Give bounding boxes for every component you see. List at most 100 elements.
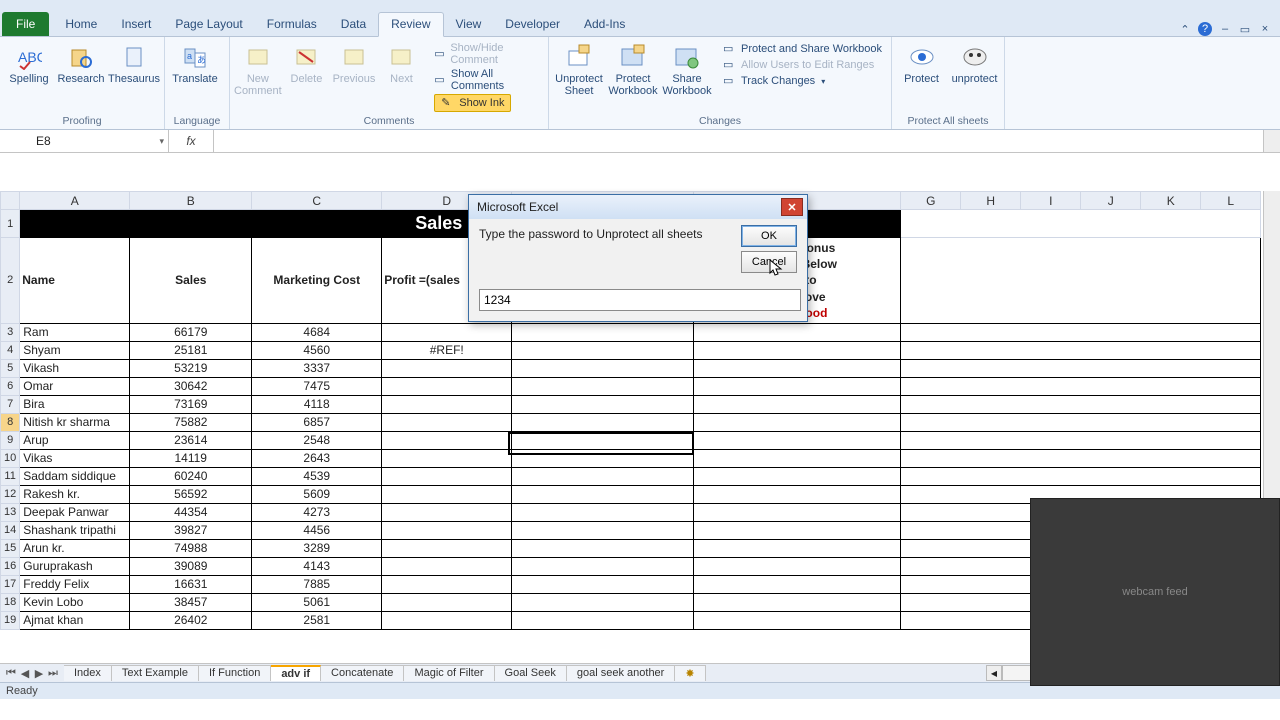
cell-e[interactable] [512, 359, 694, 377]
cell-name[interactable]: Vikas [20, 449, 130, 467]
cell-sales[interactable]: 39827 [130, 521, 252, 539]
cell-name[interactable]: Vikash [20, 359, 130, 377]
cell-mcost[interactable]: 4143 [252, 557, 382, 575]
cell-mcost[interactable]: 3289 [252, 539, 382, 557]
tab-review[interactable]: Review [378, 12, 443, 37]
rowhdr-4[interactable]: 4 [1, 341, 20, 359]
name-box[interactable]: E8 [0, 130, 169, 152]
minimize-ribbon-icon[interactable]: ⌃ [1178, 22, 1192, 36]
rowhdr-8[interactable]: 8 [1, 413, 20, 431]
cell-d[interactable] [382, 521, 512, 539]
cell-e[interactable] [512, 413, 694, 431]
cell-name[interactable]: Bira [20, 395, 130, 413]
cell-sales[interactable]: 75882 [130, 413, 252, 431]
cell-e[interactable] [512, 539, 694, 557]
sheet-nav-buttons[interactable]: ⏮ ◀ ▶ ⏭ [0, 667, 64, 680]
rowhdr-2[interactable]: 2 [1, 238, 20, 324]
cell-d[interactable] [382, 485, 512, 503]
cell-d[interactable] [382, 503, 512, 521]
cell-f[interactable] [694, 413, 901, 431]
cell-e[interactable] [512, 485, 694, 503]
cell-name[interactable]: Guruprakash [20, 557, 130, 575]
share-workbook-button[interactable]: Share Workbook [661, 41, 713, 97]
rowhdr-18[interactable]: 18 [1, 593, 20, 611]
sheet-tab[interactable]: Goal Seek [495, 665, 567, 681]
cell-name[interactable]: Saddam siddique [20, 467, 130, 485]
cell-name[interactable]: Arup [20, 431, 130, 449]
sheet-tab[interactable]: adv if [271, 665, 321, 681]
cell-f[interactable] [694, 539, 901, 557]
cell-e[interactable] [512, 431, 694, 449]
translate-button[interactable]: aあ Translate [169, 41, 221, 85]
cell-f[interactable] [694, 359, 901, 377]
cell-f[interactable] [694, 611, 901, 629]
rowhdr-11[interactable]: 11 [1, 467, 20, 485]
cell-name[interactable]: Deepak Panwar [20, 503, 130, 521]
cell-mcost[interactable]: 2643 [252, 449, 382, 467]
table-row[interactable]: 11Saddam siddique602404539 [1, 467, 1261, 485]
col-A[interactable]: A [20, 192, 130, 210]
cell-d[interactable] [382, 359, 512, 377]
cell-name[interactable]: Kevin Lobo [20, 593, 130, 611]
sheet-tab[interactable]: Index [64, 665, 112, 681]
cell-e[interactable] [512, 323, 694, 341]
cell-d[interactable] [382, 377, 512, 395]
cell-sales[interactable]: 23614 [130, 431, 252, 449]
col-G[interactable]: G [901, 192, 961, 210]
tab-view[interactable]: View [444, 13, 494, 36]
cell-e[interactable] [512, 575, 694, 593]
cell-d[interactable] [382, 449, 512, 467]
rowhdr-10[interactable]: 10 [1, 449, 20, 467]
cell-mcost[interactable]: 2548 [252, 431, 382, 449]
cell-e[interactable] [512, 341, 694, 359]
cell-e[interactable] [512, 395, 694, 413]
sheet-tab[interactable]: Magic of Filter [404, 665, 494, 681]
cell-e[interactable] [512, 521, 694, 539]
cell-sales[interactable]: 74988 [130, 539, 252, 557]
cell-sales[interactable]: 26402 [130, 611, 252, 629]
cell-d[interactable] [382, 323, 512, 341]
dialog-close-icon[interactable]: ✕ [781, 198, 803, 216]
cell-sales[interactable]: 56592 [130, 485, 252, 503]
cell-e[interactable] [512, 449, 694, 467]
cell-e[interactable] [512, 557, 694, 575]
table-row[interactable]: 9Arup236142548 [1, 431, 1261, 449]
table-row[interactable]: 5Vikash532193337 [1, 359, 1261, 377]
cell-f[interactable] [694, 323, 901, 341]
cell-d[interactable]: #REF! [382, 341, 512, 359]
ok-button[interactable]: OK [741, 225, 797, 247]
table-row[interactable]: 3Ram661794684 [1, 323, 1261, 341]
rowhdr-16[interactable]: 16 [1, 557, 20, 575]
cell-f[interactable] [694, 431, 901, 449]
cell-d[interactable] [382, 539, 512, 557]
cell-sales[interactable]: 39089 [130, 557, 252, 575]
tab-developer[interactable]: Developer [493, 13, 572, 36]
cell-e[interactable] [512, 611, 694, 629]
cell-name[interactable]: Nitish kr sharma [20, 413, 130, 431]
cell-mcost[interactable]: 5609 [252, 485, 382, 503]
rowhdr-5[interactable]: 5 [1, 359, 20, 377]
sheet-tab[interactable]: Concatenate [321, 665, 404, 681]
tab-insert[interactable]: Insert [109, 13, 163, 36]
new-sheet-tab[interactable]: ✸ [675, 665, 705, 681]
cell-d[interactable] [382, 413, 512, 431]
cell-mcost[interactable]: 5061 [252, 593, 382, 611]
sheet-nav-prev-icon[interactable]: ◀ [18, 667, 32, 680]
cell-d[interactable] [382, 467, 512, 485]
cell-f[interactable] [694, 395, 901, 413]
cell-mcost[interactable]: 4560 [252, 341, 382, 359]
cell-name[interactable]: Ajmat khan [20, 611, 130, 629]
cell-f[interactable] [694, 377, 901, 395]
close-window-icon[interactable]: × [1258, 22, 1272, 36]
cell-sales[interactable]: 14119 [130, 449, 252, 467]
tab-home[interactable]: Home [53, 13, 109, 36]
cell-sales[interactable]: 73169 [130, 395, 252, 413]
rowhdr-12[interactable]: 12 [1, 485, 20, 503]
show-all-comments[interactable]: ▭Show All Comments [430, 67, 544, 93]
cell-mcost[interactable]: 4273 [252, 503, 382, 521]
protect-workbook-button[interactable]: Protect Workbook [607, 41, 659, 97]
tab-file[interactable]: File [2, 12, 49, 36]
cell-f[interactable] [694, 593, 901, 611]
rowhdr-9[interactable]: 9 [1, 431, 20, 449]
cell-sales[interactable]: 25181 [130, 341, 252, 359]
